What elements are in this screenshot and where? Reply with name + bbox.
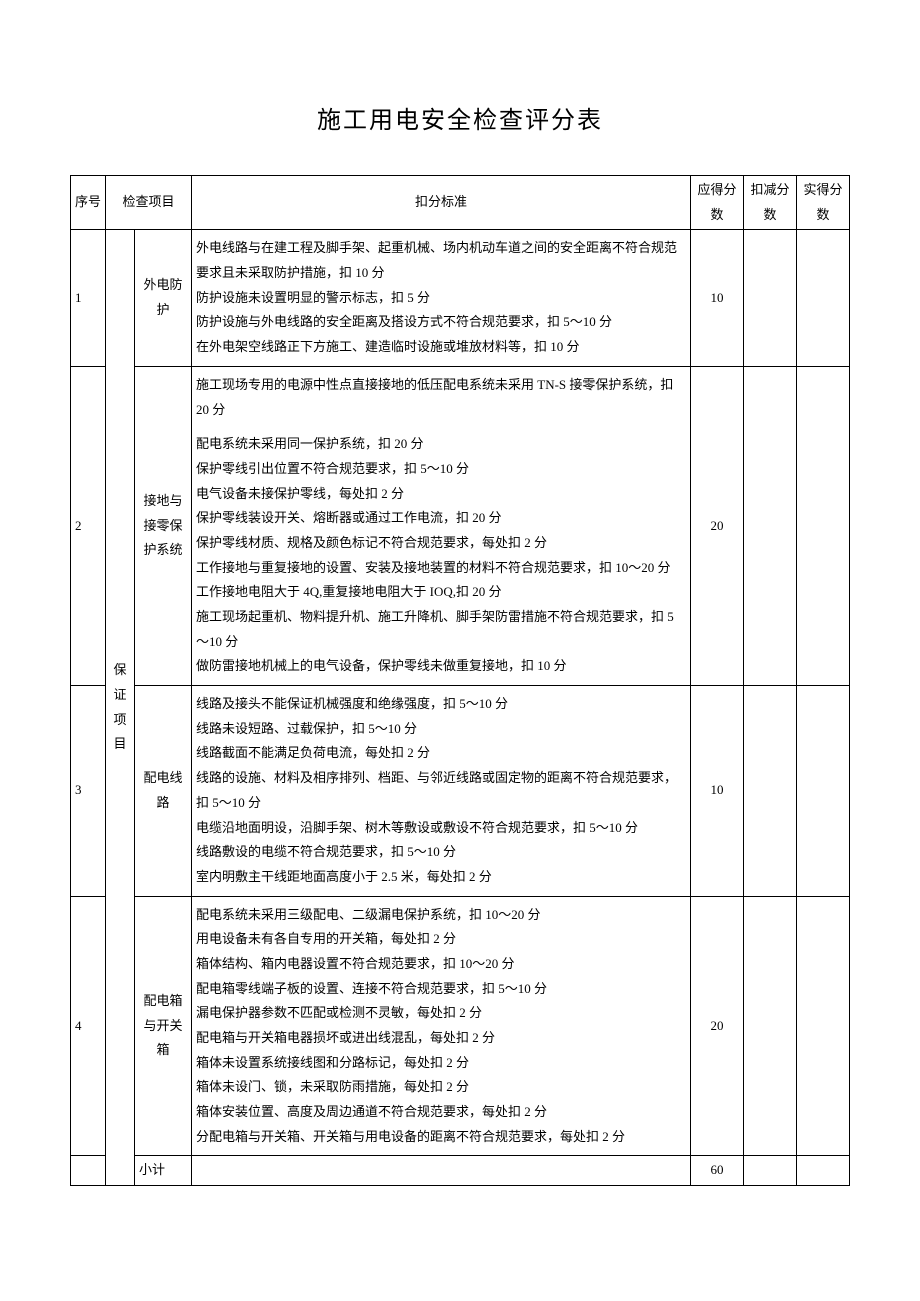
criteria-line: 电气设备未接保护零线，每处扣 2 分 [196,482,686,507]
criteria-line: 线路敷设的电缆不符合规范要求，扣 5～10 分 [196,840,686,865]
full-score-cell: 20 [691,366,744,685]
actual-cell [797,1156,850,1186]
header-full: 应得分数 [691,176,744,230]
full-score-cell: 10 [691,230,744,366]
subitem-cell: 接地与接零保护系统 [135,366,192,685]
criteria-line: 保护零线材质、规格及颜色标记不符合规范要求，每处扣 2 分 [196,531,686,556]
criteria-line: 线路截面不能满足负荷电流，每处扣 2 分 [196,741,686,766]
criteria-line: 配电系统未采用同一保护系统，扣 20 分 [196,432,686,457]
seq-cell: 2 [71,366,106,685]
page-title: 施工用电安全检查评分表 [70,100,850,135]
criteria-line: 保护零线引出位置不符合规范要求，扣 5～10 分 [196,457,686,482]
subitem-cell: 配电线路 [135,686,192,897]
criteria-line: 箱体结构、箱内电器设置不符合规范要求，扣 10～20 分 [196,952,686,977]
table-row: 3 配电线路 线路及接头不能保证机械强度和绝缘强度，扣 5～10 分 线路未设短… [71,686,850,897]
subtotal-row: 小计 60 [71,1156,850,1186]
criteria-line: 室内明敷主干线距地面高度小于 2.5 米，每处扣 2 分 [196,865,686,890]
deduct-cell [744,686,797,897]
criteria-line: 线路及接头不能保证机械强度和绝缘强度，扣 5～10 分 [196,692,686,717]
criteria-line: 用电设备未有各自专用的开关箱，每处扣 2 分 [196,927,686,952]
seq-cell: 3 [71,686,106,897]
criteria-cell: 配电系统未采用三级配电、二级漏电保护系统，扣 10～20 分 用电设备未有各自专… [192,896,691,1156]
full-score-cell: 10 [691,686,744,897]
criteria-cell: 施工现场专用的电源中性点直接接地的低压配电系统未采用 TN-S 接零保护系统，扣… [192,366,691,685]
subtotal-label: 小计 [135,1156,192,1186]
criteria-line: 箱体安装位置、高度及周边通道不符合规范要求，每处扣 2 分 [196,1100,686,1125]
full-score-cell: 20 [691,896,744,1156]
criteria-line: 漏电保护器参数不匹配或检测不灵敏，每处扣 2 分 [196,1001,686,1026]
table-row: 1 保证项目 外电防护 外电线路与在建工程及脚手架、起重机械、场内机动车道之间的… [71,230,850,366]
criteria-cell [192,1156,691,1186]
seq-cell [71,1156,106,1186]
criteria-line: 防护设施与外电线路的安全距离及搭设方式不符合规范要求，扣 5～10 分 [196,310,686,335]
criteria-cell: 外电线路与在建工程及脚手架、起重机械、场内机动车道之间的安全距离不符合规范要求且… [192,230,691,366]
header-item: 检查项目 [106,176,192,230]
deduct-cell [744,896,797,1156]
actual-cell [797,230,850,366]
table-row: 4 配电箱与开关箱 配电系统未采用三级配电、二级漏电保护系统，扣 10～20 分… [71,896,850,1156]
criteria-line: 配电箱零线端子板的设置、连接不符合规范要求，扣 5～10 分 [196,977,686,1002]
criteria-line: 施工现场起重机、物料提升机、施工升降机、脚手架防雷措施不符合规范要求，扣 5～1… [196,605,686,654]
score-table: 序号 检查项目 扣分标准 应得分数 扣减分数 实得分数 1 保证项目 外电防护 … [70,175,850,1186]
criteria-line: 工作接地与重复接地的设置、安装及接地装置的材料不符合规范要求，扣 10～20 分 [196,556,686,581]
category-cell: 保证项目 [106,230,135,1186]
criteria-line: 保护零线装设开关、熔断器或通过工作电流，扣 20 分 [196,506,686,531]
subitem-cell: 外电防护 [135,230,192,366]
criteria-line: 箱体未设置系统接线图和分路标记，每处扣 2 分 [196,1051,686,1076]
criteria-line: 箱体未设门、锁，未采取防雨措施，每处扣 2 分 [196,1075,686,1100]
criteria-line: 线路的设施、材料及相序排列、档距、与邻近线路或固定物的距离不符合规范要求，扣 5… [196,766,686,815]
criteria-line: 线路未设短路、过载保护，扣 5～10 分 [196,717,686,742]
actual-cell [797,366,850,685]
header-criteria: 扣分标准 [192,176,691,230]
seq-cell: 1 [71,230,106,366]
seq-cell: 4 [71,896,106,1156]
criteria-line: 配电箱与开关箱电器损坏或进出线混乱，每处扣 2 分 [196,1026,686,1051]
header-row: 序号 检查项目 扣分标准 应得分数 扣减分数 实得分数 [71,176,850,230]
criteria-line: 防护设施未设置明显的警示标志，扣 5 分 [196,286,686,311]
header-actual: 实得分数 [797,176,850,230]
header-deduct: 扣减分数 [744,176,797,230]
deduct-cell [744,366,797,685]
actual-cell [797,896,850,1156]
header-seq: 序号 [71,176,106,230]
criteria-line: 配电系统未采用三级配电、二级漏电保护系统，扣 10～20 分 [196,903,686,928]
subtotal-full: 60 [691,1156,744,1186]
criteria-line: 分配电箱与开关箱、开关箱与用电设备的距离不符合规范要求，每处扣 2 分 [196,1125,686,1150]
subitem-cell: 配电箱与开关箱 [135,896,192,1156]
criteria-line: 施工现场专用的电源中性点直接接地的低压配电系统未采用 TN-S 接零保护系统，扣… [196,373,686,422]
criteria-line: 电缆沿地面明设，沿脚手架、树木等敷设或敷设不符合规范要求，扣 5～10 分 [196,816,686,841]
table-row: 2 接地与接零保护系统 施工现场专用的电源中性点直接接地的低压配电系统未采用 T… [71,366,850,685]
criteria-line: 工作接地电阻大于 4Q,重复接地电阻大于 IOQ,扣 20 分 [196,580,686,605]
criteria-line: 在外电架空线路正下方施工、建造临时设施或堆放材料等，扣 10 分 [196,335,686,360]
criteria-cell: 线路及接头不能保证机械强度和绝缘强度，扣 5～10 分 线路未设短路、过载保护，… [192,686,691,897]
deduct-cell [744,230,797,366]
actual-cell [797,686,850,897]
criteria-line: 外电线路与在建工程及脚手架、起重机械、场内机动车道之间的安全距离不符合规范要求且… [196,236,686,285]
criteria-line: 做防雷接地机械上的电气设备，保护零线未做重复接地，扣 10 分 [196,654,686,679]
deduct-cell [744,1156,797,1186]
